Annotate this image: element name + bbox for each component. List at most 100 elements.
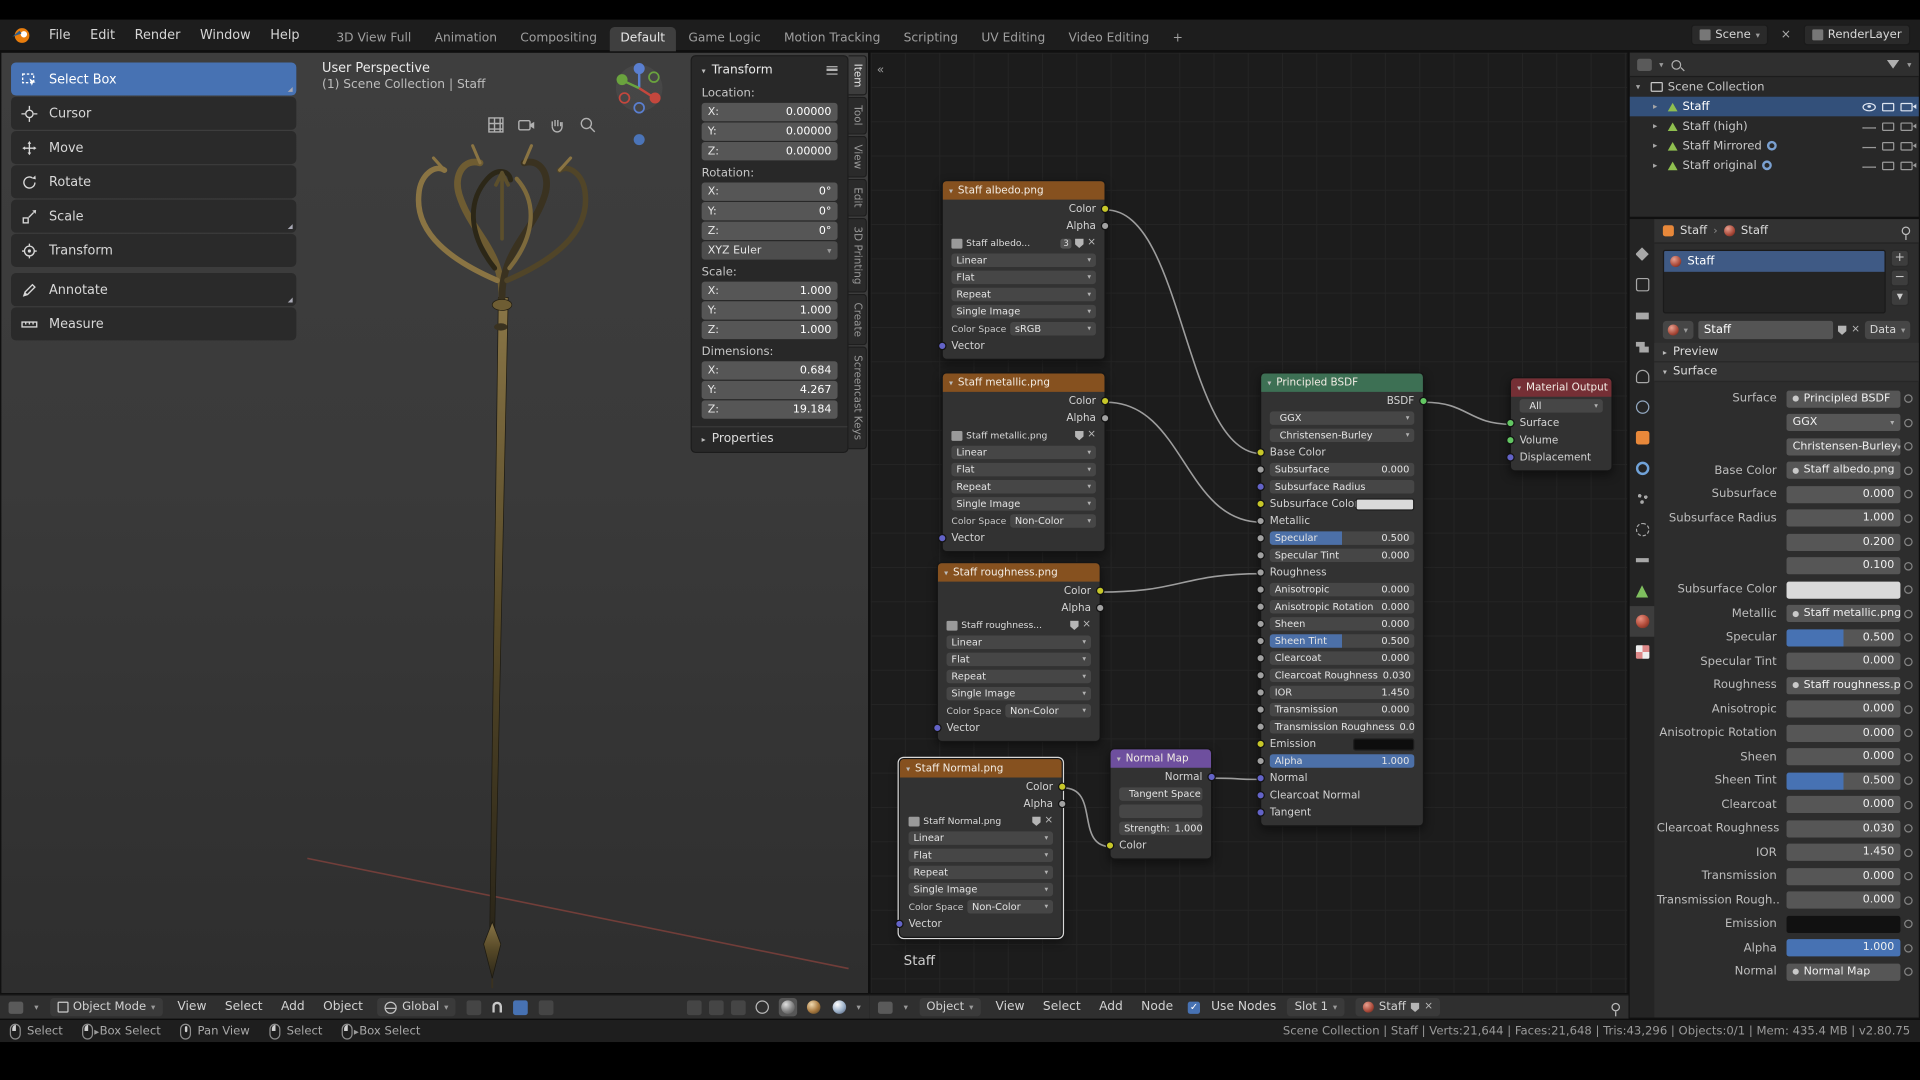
browse-material-button[interactable]: ▾ — [1662, 320, 1693, 340]
outliner-row-staff-high[interactable]: ▸ Staff (high) — [1630, 116, 1919, 136]
node-header[interactable]: ▾ Normal Map — [1110, 749, 1212, 768]
fake-user-icon[interactable] — [1410, 1002, 1420, 1013]
node-row[interactable]: BSDF BSDF — [1261, 393, 1428, 409]
unlink-icon[interactable]: × — [1044, 816, 1053, 826]
eye-icon[interactable] — [1862, 102, 1876, 111]
unlink-icon[interactable]: × — [1087, 430, 1096, 440]
link-mode-dropdown[interactable]: Data ▾ — [1864, 320, 1911, 340]
node-row[interactable]: Metallic Metallic — [1256, 513, 1423, 529]
dimension-field[interactable]: X: 0.684 — [701, 361, 838, 380]
image-texture-node[interactable]: ▾ Staff roughness.png Color Alpha Staff … — [933, 562, 1105, 743]
expand-icon[interactable]: ▾ — [1636, 82, 1646, 92]
workspace-tab[interactable]: Compositing — [509, 26, 608, 50]
input-socket[interactable] — [1256, 465, 1265, 474]
view-menu[interactable]: View — [992, 998, 1028, 1016]
viewport-3d[interactable]: User Perspective (1) Scene Collection | … — [0, 51, 870, 995]
node-row[interactable]: Base Color Base Color — [1256, 444, 1423, 460]
colorspace-dropdown[interactable]: sRGB — [1009, 322, 1096, 336]
node-row[interactable]: Anisotropic Anisotropic0.000 — [1256, 582, 1423, 598]
property-field[interactable]: 0.000 — [1786, 748, 1901, 766]
eye-closed-icon[interactable] — [1862, 127, 1876, 129]
source-dropdown[interactable]: Single Image — [951, 497, 1096, 511]
proportional-editing-dropdown[interactable] — [539, 999, 554, 1015]
scale-field[interactable]: Z: 1.000 — [701, 320, 838, 340]
menu-item[interactable]: Help — [262, 24, 308, 46]
tab-physics[interactable] — [1630, 514, 1654, 545]
decorator-dot[interactable] — [1900, 466, 1915, 475]
shader-type-dropdown[interactable]: Object ▾ — [918, 997, 981, 1017]
tab-material[interactable] — [1629, 606, 1655, 637]
object-menu[interactable]: Object — [319, 998, 366, 1016]
rotation-field[interactable]: Y: 0° — [701, 202, 838, 221]
camera-icon[interactable] — [1900, 102, 1917, 111]
zoom-icon[interactable] — [578, 115, 598, 135]
node-header[interactable]: ▾ Material Output — [1511, 378, 1612, 397]
property-field[interactable]: Staff roughness.pn — [1786, 676, 1901, 694]
properties-panel-header[interactable]: ▸ Properties — [691, 426, 848, 452]
tool-select-box[interactable]: Select Box — [11, 62, 297, 96]
scale-field[interactable]: X: 1.000 — [701, 281, 838, 300]
decorator-dot[interactable] — [1900, 944, 1915, 953]
fake-user-icon[interactable] — [1032, 816, 1041, 826]
image-selector[interactable]: Staff Normal.png × — [900, 813, 1062, 829]
view-layer-selector[interactable]: RenderLayer — [1803, 24, 1911, 46]
input-socket[interactable] — [1256, 619, 1265, 629]
menu-item[interactable]: Window — [191, 24, 259, 46]
input-socket[interactable] — [1506, 435, 1515, 445]
workspace-tab[interactable]: Scripting — [893, 26, 969, 50]
node-header[interactable]: ▾ Staff metallic.png — [942, 373, 1105, 392]
node-row[interactable]: Emission Emission — [1256, 736, 1423, 752]
camera-icon[interactable] — [1900, 161, 1917, 170]
hand-icon[interactable] — [547, 115, 567, 135]
property-field[interactable]: 0.000 — [1786, 700, 1901, 718]
input-socket[interactable] — [1256, 739, 1265, 749]
workspace-tab[interactable]: 3D View Full — [325, 26, 422, 50]
image-selector[interactable]: Staff albedo... 3 × — [943, 235, 1105, 251]
decorator-dot[interactable] — [1900, 848, 1915, 857]
extension-dropdown[interactable]: Repeat — [951, 287, 1096, 302]
node-row[interactable]: Clearcoat Normal Clearcoat Normal — [1256, 787, 1423, 803]
property-field[interactable]: 0.000 — [1786, 867, 1901, 885]
unlink-material-icon[interactable]: × — [1851, 325, 1860, 335]
expand-icon[interactable]: ▸ — [1653, 102, 1663, 112]
node-row[interactable]: Specular Tint Specular Tint0.000 — [1256, 547, 1423, 563]
input-socket[interactable] — [1256, 688, 1265, 697]
node-row[interactable]: Surface Surface — [1506, 415, 1611, 431]
pivot-point-dropdown[interactable] — [466, 999, 482, 1015]
property-field[interactable]: GGX — [1786, 414, 1901, 432]
orientation-dropdown[interactable]: Global ▾ — [377, 997, 456, 1017]
alpha-output-socket[interactable] — [1100, 413, 1110, 423]
input-socket[interactable] — [1256, 773, 1265, 783]
colorspace-dropdown[interactable]: Non-Color — [1009, 514, 1096, 528]
properties-editor[interactable]: Staff › Staff Staff + − ▾ ▾ Staff × Data… — [1628, 217, 1920, 1019]
sidebar-toggle-icon[interactable]: « — [877, 64, 885, 77]
node-header[interactable]: ▾ Staff Normal.png — [900, 759, 1062, 778]
tool-annotate[interactable]: Annotate — [11, 273, 297, 307]
snap-target-dropdown[interactable] — [513, 999, 529, 1015]
input-socket[interactable] — [1506, 418, 1515, 428]
decorator-dot[interactable] — [1900, 514, 1915, 523]
outliner-row-staff-mirrored[interactable]: ▸ Staff Mirrored — [1630, 136, 1919, 156]
scene-selector[interactable]: Scene ▾ — [1690, 24, 1769, 46]
property-field[interactable]: 0.500 — [1786, 772, 1901, 790]
decorator-dot[interactable] — [1900, 777, 1915, 786]
workspace-tab[interactable]: + — [1162, 26, 1194, 50]
expand-icon[interactable]: ▸ — [1653, 121, 1663, 131]
surface-panel-header[interactable]: ▾ Surface — [1654, 362, 1919, 383]
location-field[interactable]: Y: 0.00000 — [701, 122, 838, 141]
color-output-socket[interactable] — [1100, 396, 1110, 406]
node-header[interactable]: ▾ Staff albedo.png — [942, 181, 1105, 200]
input-socket[interactable] — [1256, 808, 1265, 817]
fake-user-icon[interactable] — [1837, 325, 1847, 335]
color-output-socket[interactable] — [1095, 586, 1105, 596]
property-field[interactable]: 0.000 — [1786, 891, 1901, 909]
camera-icon[interactable] — [517, 115, 537, 135]
property-field[interactable]: 0.000 — [1786, 485, 1901, 503]
scale-field[interactable]: Y: 1.000 — [701, 301, 838, 320]
projection-dropdown[interactable]: Flat — [908, 848, 1054, 863]
property-field[interactable]: 0.100 — [1786, 557, 1901, 575]
node-header[interactable]: ▾ Staff roughness.png — [937, 563, 1100, 582]
add-menu[interactable]: Add — [1095, 998, 1126, 1016]
decorator-dot[interactable] — [1900, 490, 1915, 499]
alpha-output-socket[interactable] — [1100, 221, 1110, 231]
